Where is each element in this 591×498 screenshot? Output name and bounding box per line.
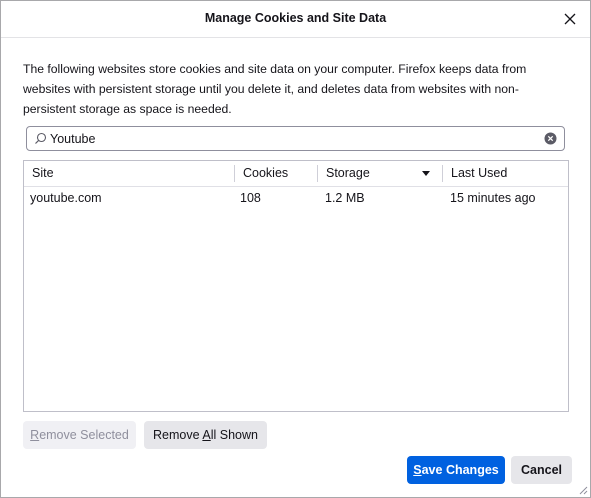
remove-all-shown-button[interactable]: Remove All Shown — [144, 421, 267, 449]
cell-site: youtube.com — [30, 191, 102, 205]
dialog-title: Manage Cookies and Site Data — [204, 11, 387, 25]
manage-cookies-dialog: Manage Cookies and Site Data The followi… — [0, 0, 591, 498]
dialog-titlebar: Manage Cookies and Site Data — [1, 1, 590, 38]
table-header: Site Cookies Storage Last Used — [24, 161, 568, 187]
remove-all-label-pre: Remove — [153, 428, 203, 442]
remove-all-label-post: ll Shown — [210, 428, 258, 442]
remove-all-accesskey: A — [202, 428, 211, 442]
remove-selected-button[interactable]: Remove Selected — [23, 421, 136, 449]
cell-last-used: 15 minutes ago — [450, 191, 536, 205]
column-header-storage[interactable]: Storage — [317, 165, 442, 182]
sort-descending-icon — [422, 171, 430, 176]
save-changes-button[interactable]: Save Changes — [407, 456, 505, 484]
save-accesskey: S — [413, 463, 422, 477]
close-icon — [564, 13, 576, 25]
cell-storage: 1.2 MB — [325, 191, 365, 205]
clear-search-icon[interactable] — [544, 132, 557, 145]
close-button[interactable] — [560, 9, 580, 29]
search-icon — [35, 132, 47, 144]
column-header-storage-label: Storage — [326, 166, 370, 180]
resize-grip-icon[interactable] — [578, 485, 588, 495]
search-input-value[interactable]: Youtube — [50, 132, 95, 146]
search-field[interactable]: Youtube — [26, 126, 565, 151]
dialog-description: The following websites store cookies and… — [23, 62, 527, 116]
cell-cookies: 108 — [240, 191, 261, 205]
site-data-table: Site Cookies Storage Last Used youtube.c… — [23, 160, 569, 412]
column-header-cookies[interactable]: Cookies — [234, 165, 317, 182]
table-row[interactable]: youtube.com 108 1.2 MB 15 minutes ago — [24, 187, 568, 209]
remove-selected-accesskey: R — [30, 428, 40, 442]
column-header-site[interactable]: Site — [24, 161, 234, 186]
column-header-last-used[interactable]: Last Used — [442, 165, 568, 182]
remove-selected-label-post: emove Selected — [39, 428, 129, 442]
save-label-post: ave Changes — [421, 463, 499, 477]
cancel-button[interactable]: Cancel — [511, 456, 572, 484]
